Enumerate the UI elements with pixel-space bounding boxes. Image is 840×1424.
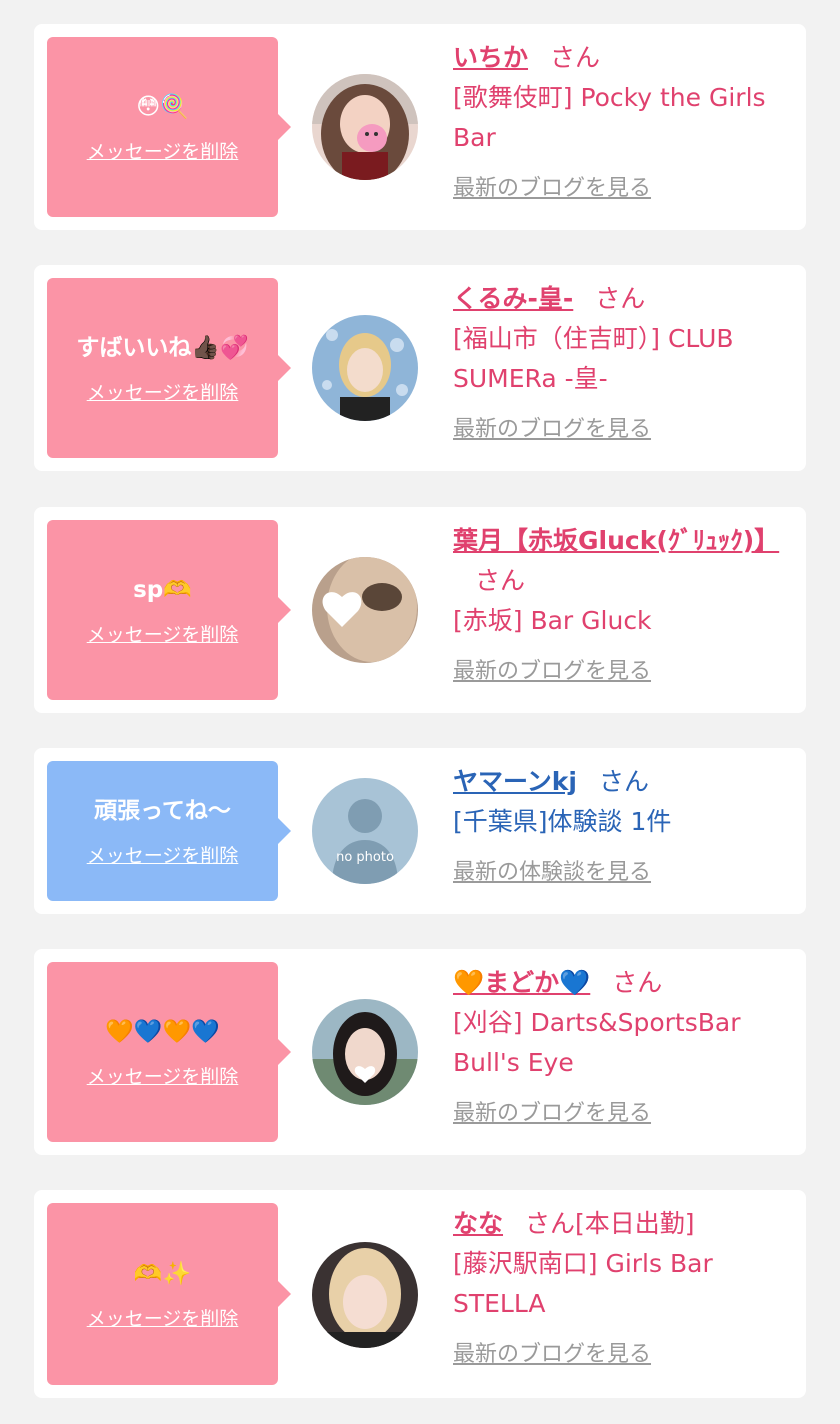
avatar-photo xyxy=(312,74,418,180)
message-bubble: すばいいね👍🏿💞 メッセージを削除 xyxy=(47,278,291,458)
avatar[interactable] xyxy=(312,74,418,180)
name-line: くるみ-皇- さん xyxy=(453,279,799,319)
avatar[interactable] xyxy=(312,315,418,421)
message-card: 頑張ってね〜 メッセージを削除 no photo ヤマーンkj さん [千葉県]体… xyxy=(34,748,806,914)
shop-info: [赤坂] Bar Gluck xyxy=(453,606,652,635)
favorites-message-list: 😳🍭 メッセージを削除 いちか さん [歌舞伎町] Pocky the Girls… xyxy=(0,0,840,1424)
shop-info: [歌舞伎町] Pocky the Girls Bar xyxy=(453,83,766,152)
delete-message-link[interactable]: メッセージを削除 xyxy=(87,1062,239,1089)
reviewer-name-link[interactable]: ヤマーンkj xyxy=(453,767,577,796)
avatar[interactable]: no photo xyxy=(312,778,418,884)
cast-name-link[interactable]: なな xyxy=(453,1209,503,1238)
card-info: ヤマーンkj さん [千葉県]体験談 1件 最新の体験談を見る xyxy=(453,762,799,890)
name-line: 🧡まどか💙 さん xyxy=(453,963,799,1003)
cast-name-link[interactable]: くるみ-皇- xyxy=(453,284,573,313)
card-info: 🧡まどか💙 さん [刈谷] Darts&SportsBar Bull's Eye … xyxy=(453,963,799,1131)
message-text: 🧡💙🧡💙 xyxy=(105,1018,220,1045)
shop-info: [福山市（住吉町）] CLUB SUMERa -皇- xyxy=(453,324,734,393)
honorific: さん xyxy=(598,767,649,796)
delete-message-link[interactable]: メッセージを削除 xyxy=(87,137,239,164)
message-text: 😳🍭 xyxy=(136,93,189,120)
message-card: 🫶✨ メッセージを削除 なな さん[本日出勤] [藤沢駅南口] Girls Bar… xyxy=(34,1190,806,1398)
message-bubble: 🧡💙🧡💙 メッセージを削除 xyxy=(47,962,291,1142)
delete-message-link[interactable]: メッセージを削除 xyxy=(87,378,239,405)
cast-name-link[interactable]: いちか xyxy=(453,43,528,72)
message-card: 😳🍭 メッセージを削除 いちか さん [歌舞伎町] Pocky the Girls… xyxy=(34,24,806,230)
name-line: いちか さん xyxy=(453,38,799,78)
name-line: 葉月【赤坂Gluck(ｸﾞﾘｭｯｸ)】さん xyxy=(453,521,799,601)
honorific: さん xyxy=(595,284,646,313)
card-info: くるみ-皇- さん [福山市（住吉町）] CLUB SUMERa -皇- 最新のブ… xyxy=(453,279,799,447)
message-card: sp🫶 メッセージを削除 葉月【赤坂Gluck(ｸﾞﾘｭｯｸ)】さん [赤坂] … xyxy=(34,507,806,713)
name-line: なな さん[本日出勤] xyxy=(453,1204,799,1244)
avatar-photo xyxy=(312,1242,418,1348)
avatar-photo xyxy=(312,315,418,421)
latest-blog-link[interactable]: 最新のブログを見る xyxy=(453,413,799,447)
message-text: sp🫶 xyxy=(133,576,192,603)
cast-name-link[interactable]: 葉月【赤坂Gluck(ｸﾞﾘｭｯｸ)】 xyxy=(453,526,779,555)
latest-blog-link[interactable]: 最新のブログを見る xyxy=(453,655,799,689)
delete-message-link[interactable]: メッセージを削除 xyxy=(87,620,239,647)
latest-blog-link[interactable]: 最新のブログを見る xyxy=(453,1338,799,1372)
honorific: さん xyxy=(612,968,663,997)
message-text: 頑張ってね〜 xyxy=(94,797,231,824)
honorific: さん xyxy=(550,43,601,72)
no-photo-label: no photo xyxy=(336,850,394,865)
message-card: すばいいね👍🏿💞 メッセージを削除 くるみ-皇- さん [福山市（住吉町）] CL… xyxy=(34,265,806,471)
avatar[interactable] xyxy=(312,999,418,1105)
message-bubble: 🫶✨ メッセージを削除 xyxy=(47,1203,291,1385)
latest-blog-link[interactable]: 最新のブログを見る xyxy=(453,1097,799,1131)
message-bubble: sp🫶 メッセージを削除 xyxy=(47,520,291,700)
delete-message-link[interactable]: メッセージを削除 xyxy=(87,1304,239,1331)
card-info: いちか さん [歌舞伎町] Pocky the Girls Bar 最新のブログを… xyxy=(453,38,799,206)
avatar-photo xyxy=(312,557,418,663)
avatar[interactable] xyxy=(312,557,418,663)
message-bubble: 頑張ってね〜 メッセージを削除 xyxy=(47,761,291,901)
card-info: なな さん[本日出勤] [藤沢駅南口] Girls Bar STELLA 最新のブ… xyxy=(453,1204,799,1372)
no-photo-avatar: no photo xyxy=(312,778,418,884)
shop-info: [刈谷] Darts&SportsBar Bull's Eye xyxy=(453,1008,741,1077)
review-info: [千葉県]体験談 1件 xyxy=(453,807,672,836)
card-info: 葉月【赤坂Gluck(ｸﾞﾘｭｯｸ)】さん [赤坂] Bar Gluck 最新の… xyxy=(453,521,799,689)
cast-name-link[interactable]: 🧡まどか💙 xyxy=(453,968,590,997)
message-text: すばいいね👍🏿💞 xyxy=(76,334,249,361)
name-line: ヤマーンkj さん xyxy=(453,762,799,802)
shop-info: [藤沢駅南口] Girls Bar STELLA xyxy=(453,1249,713,1318)
honorific: さん[本日出勤] xyxy=(525,1209,695,1238)
honorific: さん xyxy=(475,566,526,595)
avatar-photo xyxy=(312,999,418,1105)
message-text: 🫶✨ xyxy=(133,1260,192,1287)
message-bubble: 😳🍭 メッセージを削除 xyxy=(47,37,291,217)
latest-blog-link[interactable]: 最新のブログを見る xyxy=(453,172,799,206)
avatar[interactable] xyxy=(312,1242,418,1348)
message-card: 🧡💙🧡💙 メッセージを削除 🧡まどか💙 さん [刈谷] Darts&SportsB… xyxy=(34,949,806,1155)
delete-message-link[interactable]: メッセージを削除 xyxy=(87,841,239,868)
latest-review-link[interactable]: 最新の体験談を見る xyxy=(453,856,799,890)
